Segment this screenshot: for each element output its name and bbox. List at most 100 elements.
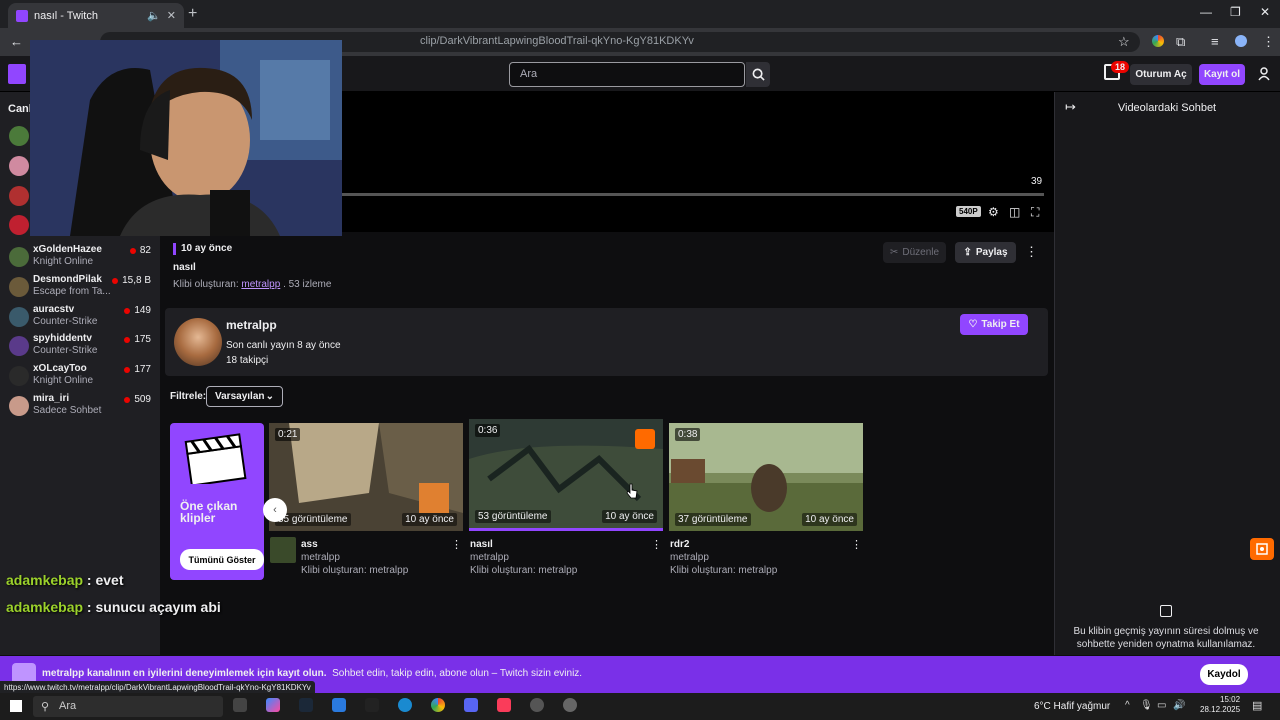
- streamer-webcam-image: [30, 40, 342, 236]
- avatar: [9, 366, 29, 386]
- profile-avatar-icon[interactable]: [1235, 35, 1247, 47]
- avatar[interactable]: [9, 186, 29, 206]
- viewer-count: 175: [124, 334, 151, 345]
- filter-dropdown[interactable]: Varsayılan ⌄: [206, 386, 283, 407]
- volume-icon[interactable]: 🔊: [1173, 700, 1185, 711]
- clip-creator-link[interactable]: metralpp: [241, 279, 280, 290]
- show-all-button[interactable]: Tümünü Göster: [180, 549, 264, 570]
- new-tab-icon[interactable]: +: [188, 5, 197, 23]
- clip-title[interactable]: nasıl: [470, 539, 493, 550]
- taskbar-weather[interactable]: 6°C Hafif yağmur: [1034, 701, 1110, 712]
- clip-title[interactable]: ass: [301, 539, 318, 550]
- chat-title: Videolardaki Sohbet: [1117, 102, 1217, 114]
- viewer-count: 82: [129, 245, 151, 256]
- share-button[interactable]: ⇪ Paylaş: [955, 242, 1016, 263]
- video-player[interactable]: [342, 92, 1054, 232]
- copilot-icon[interactable]: [266, 698, 280, 712]
- sidebar-item-game: Counter-Strike: [33, 316, 98, 327]
- chat-text: : sunucu açayım abi: [83, 599, 221, 615]
- more-options-icon[interactable]: ⋮: [851, 538, 862, 551]
- more-options-icon[interactable]: ⋮: [651, 538, 662, 551]
- clip-channel[interactable]: metralpp: [301, 552, 340, 563]
- music-icon[interactable]: [497, 698, 511, 712]
- clip-meta: Klibi oluşturan: metralpp . 53 izleme: [173, 279, 331, 290]
- media-control-icon[interactable]: ≡: [1211, 34, 1219, 49]
- clip-channel[interactable]: metralpp: [670, 552, 709, 563]
- clip-ago: 10 ay önce: [602, 510, 657, 523]
- fullscreen-icon[interactable]: ⛶: [1031, 205, 1039, 220]
- sidebar-item-xolcaytoo[interactable]: xOLcayToo Knight Online 177: [0, 361, 160, 391]
- store-icon[interactable]: [332, 698, 346, 712]
- webcam-overlay: [30, 40, 342, 236]
- bookmark-star-icon[interactable]: ☆: [1118, 34, 1130, 50]
- mute-tab-icon[interactable]: 🔈: [147, 9, 161, 22]
- user-icon[interactable]: [1258, 67, 1270, 81]
- network-icon[interactable]: ▭: [1157, 700, 1166, 711]
- obs-icon[interactable]: [530, 698, 544, 712]
- theatre-mode-icon[interactable]: ◫: [1009, 205, 1020, 219]
- discord-icon[interactable]: [464, 698, 478, 712]
- avatar[interactable]: [9, 215, 29, 235]
- channel-name[interactable]: metralpp: [226, 318, 277, 332]
- taskbar-clock[interactable]: 15:02 28.12.2025: [1200, 695, 1240, 715]
- more-options-icon[interactable]: ⋮: [451, 538, 462, 551]
- settings-gear-icon[interactable]: ⚙: [988, 205, 999, 219]
- app-icon[interactable]: [563, 698, 577, 712]
- more-options-icon[interactable]: ⋮: [1025, 244, 1038, 260]
- clip-views: 55 görüntüleme: [275, 513, 351, 526]
- avatar[interactable]: [9, 156, 29, 176]
- sidebar-item-xgoldenhazee[interactable]: xGoldenHazee Knight Online 82: [0, 242, 160, 272]
- avatar[interactable]: [9, 126, 29, 146]
- viewer-count-value: 177: [134, 364, 151, 375]
- taskbar-search[interactable]: Ara: [33, 696, 223, 717]
- sidebar-item-game: Knight Online: [33, 375, 94, 386]
- clip-channel[interactable]: metralpp: [470, 552, 509, 563]
- follow-button[interactable]: ♡ Takip Et: [960, 314, 1028, 335]
- browser-tab[interactable]: nasıl - Twitch 🔈 ✕: [8, 3, 184, 28]
- sidebar-item-name: mira_iri: [33, 393, 70, 404]
- cursor-hand-icon: [626, 483, 638, 499]
- edge-icon[interactable]: [398, 698, 412, 712]
- clip-created-by: Klibi oluşturan: metralpp: [301, 565, 409, 576]
- clip-capture-icon[interactable]: [635, 429, 655, 449]
- avatar: [9, 396, 29, 416]
- close-window-icon[interactable]: ✕: [1260, 5, 1270, 19]
- microphone-icon[interactable]: 🎙: [1140, 700, 1153, 711]
- chat-unavailable-message: Bu klibin geçmiş yayının süresi dolmuş v…: [1073, 626, 1259, 650]
- carousel-prev-button[interactable]: ‹: [263, 498, 287, 522]
- back-icon[interactable]: ←: [10, 34, 23, 49]
- maximize-icon[interactable]: ❐: [1230, 5, 1241, 19]
- twitch-logo-icon[interactable]: [8, 64, 26, 84]
- tray-chevron-icon[interactable]: ^: [1125, 700, 1130, 711]
- clip-capture-button[interactable]: [1250, 538, 1274, 560]
- notification-center-icon[interactable]: ▤: [1252, 699, 1262, 712]
- clip-thumbnail[interactable]: 0:36 53 görüntüleme 10 ay önce: [469, 419, 663, 531]
- clip-thumbnail[interactable]: 0:38 37 görüntüleme 10 ay önce: [669, 423, 863, 531]
- epic-games-icon[interactable]: [365, 698, 379, 712]
- sidebar-item-desmondpilak[interactable]: DesmondPilak Escape from Ta... 15,8 B: [0, 272, 160, 302]
- clip-thumbnail[interactable]: 0:21 55 görüntüleme 10 ay önce: [269, 423, 463, 531]
- banner-signup-button[interactable]: Kaydol: [1200, 664, 1248, 685]
- game-icon[interactable]: [270, 537, 296, 563]
- close-tab-icon[interactable]: ✕: [167, 9, 176, 22]
- extensions-puzzle-icon[interactable]: ⧉: [1176, 34, 1185, 50]
- login-button[interactable]: Oturum Aç: [1130, 64, 1192, 85]
- search-button[interactable]: [746, 62, 770, 87]
- signup-button[interactable]: Kayıt ol: [1199, 64, 1245, 85]
- clip-created-by-label: Klibi oluşturan:: [173, 279, 239, 290]
- avatar[interactable]: [174, 318, 222, 366]
- minimize-icon[interactable]: —: [1200, 5, 1212, 19]
- extension-icon[interactable]: [1152, 35, 1164, 47]
- sidebar-item-auracstv[interactable]: auracstv Counter-Strike 149: [0, 302, 160, 332]
- search-input[interactable]: Ara: [509, 62, 745, 87]
- windows-start-icon[interactable]: [10, 700, 22, 712]
- sidebar-item-spyhiddentv[interactable]: spyhiddentv Counter-Strike 175: [0, 331, 160, 361]
- steam-icon[interactable]: [299, 698, 313, 712]
- task-view-icon[interactable]: [233, 698, 247, 712]
- clapperboard-icon: [184, 433, 247, 484]
- chrome-icon[interactable]: [431, 698, 445, 712]
- overlay-chat-message: adamkebap : evet: [6, 572, 124, 588]
- clip-title[interactable]: rdr2: [670, 539, 689, 550]
- browser-menu-icon[interactable]: ⋮: [1262, 34, 1275, 50]
- sidebar-item-mira-iri[interactable]: mira_iri Sadece Sohbet 509: [0, 391, 160, 421]
